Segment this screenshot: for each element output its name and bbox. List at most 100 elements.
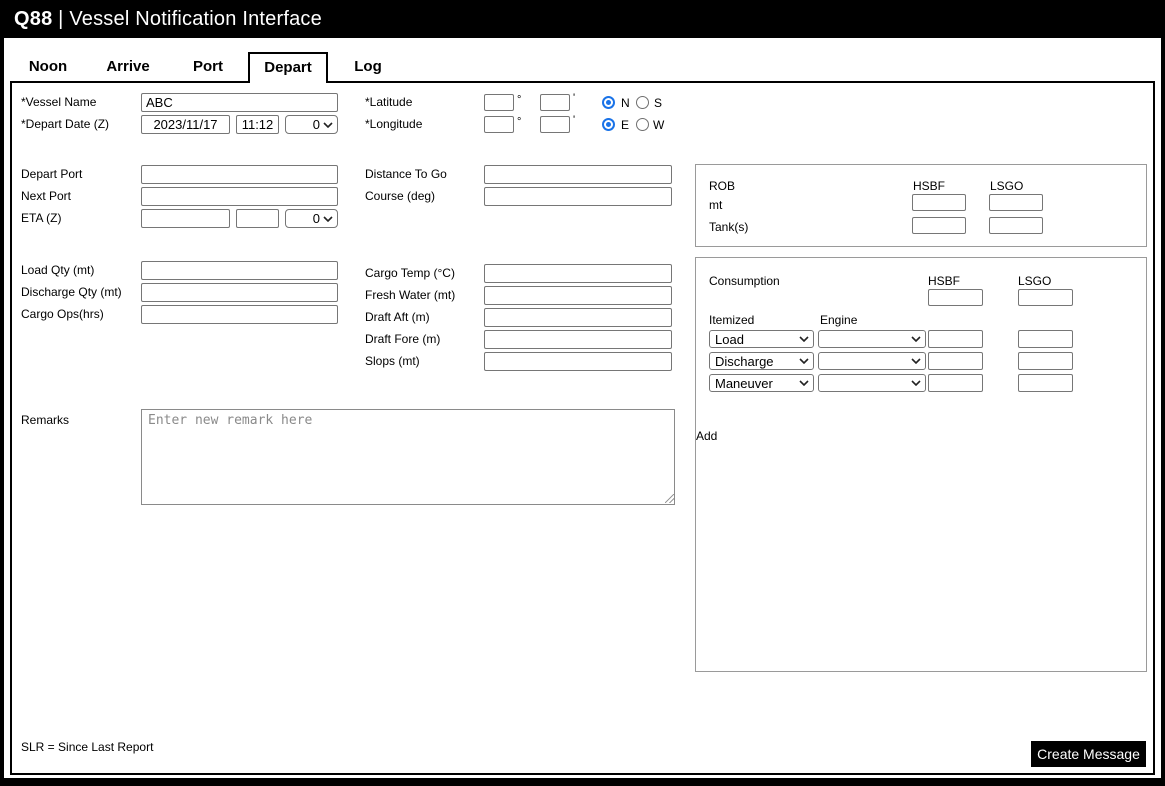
cargo-temp-input[interactable] bbox=[484, 264, 672, 283]
consumption-panel: Consumption HSBF LSGO Itemized Engine Lo… bbox=[695, 257, 1147, 672]
next-port-label: Next Port bbox=[21, 189, 72, 203]
discharge-qty-input[interactable] bbox=[141, 283, 338, 302]
rob-column-lsgo: LSGO bbox=[990, 179, 1024, 193]
depart-zone-value: 0 bbox=[312, 117, 320, 132]
chevron-down-icon bbox=[799, 336, 809, 342]
longitude-label: *Longitude bbox=[365, 117, 423, 131]
next-port-input[interactable] bbox=[141, 187, 338, 206]
itemized-value: Maneuver bbox=[715, 375, 773, 391]
latitude-south-radio[interactable] bbox=[636, 96, 649, 109]
eta-zone-value: 0 bbox=[312, 211, 320, 226]
page: Q88 | Vessel Notification Interface Noon… bbox=[4, 0, 1161, 778]
rob-hsbf-tanks-input[interactable] bbox=[912, 217, 966, 234]
latitude-north-radio[interactable] bbox=[602, 96, 615, 109]
eta-label: ETA (Z) bbox=[21, 211, 62, 225]
create-message-button[interactable]: Create Message bbox=[1031, 741, 1146, 767]
add-consumption-row-link[interactable]: Add bbox=[696, 429, 720, 443]
tab-noon[interactable]: Noon bbox=[8, 52, 88, 81]
cargo-temp-label: Cargo Temp (°C) bbox=[365, 266, 455, 280]
itemized-value: Load bbox=[715, 331, 744, 347]
engine-label: Engine bbox=[820, 313, 858, 327]
course-label: Course (deg) bbox=[365, 189, 436, 203]
tab-arrive[interactable]: Arrive bbox=[88, 52, 168, 81]
remarks-textarea[interactable] bbox=[141, 409, 675, 505]
chevron-down-icon bbox=[911, 336, 921, 342]
itemized-label: Itemized bbox=[709, 313, 755, 327]
engine-select-row3[interactable] bbox=[818, 374, 926, 392]
cargo-ops-input[interactable] bbox=[141, 305, 338, 324]
depart-zone-select[interactable]: 0 bbox=[285, 115, 338, 134]
slops-label: Slops (mt) bbox=[365, 354, 420, 368]
eta-zone-select[interactable]: 0 bbox=[285, 209, 338, 228]
title-separator: | bbox=[58, 8, 64, 30]
chevron-down-icon bbox=[911, 380, 921, 386]
course-input[interactable] bbox=[484, 187, 672, 206]
resize-handle-icon[interactable] bbox=[665, 494, 674, 503]
slops-input[interactable] bbox=[484, 352, 672, 371]
tab-log[interactable]: Log bbox=[328, 52, 408, 81]
itemized-select-maneuver[interactable]: Maneuver bbox=[709, 374, 814, 392]
vessel-name-label: *Vessel Name bbox=[21, 95, 97, 109]
distance-to-go-input[interactable] bbox=[484, 165, 672, 184]
longitude-east-radio[interactable] bbox=[602, 118, 615, 131]
fresh-water-label: Fresh Water (mt) bbox=[365, 288, 456, 302]
consumption-row1-lsgo-input[interactable] bbox=[1018, 330, 1073, 348]
draft-fore-input[interactable] bbox=[484, 330, 672, 349]
longitude-minutes-input[interactable] bbox=[540, 116, 570, 133]
rob-column-hsbf: HSBF bbox=[913, 179, 946, 193]
depart-time-input[interactable] bbox=[236, 115, 279, 134]
discharge-qty-label: Discharge Qty (mt) bbox=[21, 285, 122, 299]
load-qty-input[interactable] bbox=[141, 261, 338, 280]
itemized-select-load[interactable]: Load bbox=[709, 330, 814, 348]
tab-port[interactable]: Port bbox=[168, 52, 248, 81]
degree-symbol: ° bbox=[517, 94, 522, 106]
consumption-row2-hsbf-input[interactable] bbox=[928, 352, 983, 370]
depart-tab-panel: *Vessel Name *Latitude ° ' N S *Depart D… bbox=[10, 81, 1155, 775]
consumption-column-lsgo: LSGO bbox=[1018, 274, 1052, 288]
consumption-row3-hsbf-input[interactable] bbox=[928, 374, 983, 392]
draft-aft-input[interactable] bbox=[484, 308, 672, 327]
engine-select-row1[interactable] bbox=[818, 330, 926, 348]
load-qty-label: Load Qty (mt) bbox=[21, 263, 95, 277]
engine-select-row2[interactable] bbox=[818, 352, 926, 370]
consumption-row1-hsbf-input[interactable] bbox=[928, 330, 983, 348]
rob-tanks-label: Tank(s) bbox=[709, 220, 749, 234]
depart-date-input[interactable] bbox=[141, 115, 230, 134]
remarks-label: Remarks bbox=[21, 413, 70, 427]
longitude-east-label: E bbox=[621, 118, 630, 132]
form-area: *Vessel Name *Latitude ° ' N S *Depart D… bbox=[12, 83, 1153, 773]
longitude-west-radio[interactable] bbox=[636, 118, 649, 131]
longitude-degrees-input[interactable] bbox=[484, 116, 514, 133]
latitude-minutes-input[interactable] bbox=[540, 94, 570, 111]
eta-date-input[interactable] bbox=[141, 209, 230, 228]
depart-port-input[interactable] bbox=[141, 165, 338, 184]
degree-symbol: ° bbox=[517, 116, 522, 128]
consumption-row2-lsgo-input[interactable] bbox=[1018, 352, 1073, 370]
consumption-row3-lsgo-input[interactable] bbox=[1018, 374, 1073, 392]
rob-mt-label: mt bbox=[709, 198, 723, 212]
rob-panel: ROB HSBF LSGO mt Tank(s) bbox=[695, 164, 1147, 247]
depart-port-label: Depart Port bbox=[21, 167, 83, 181]
depart-date-label: *Depart Date (Z) bbox=[21, 117, 110, 131]
vessel-name-input[interactable] bbox=[141, 93, 338, 112]
consumption-title: Consumption bbox=[709, 274, 780, 288]
consumption-total-hsbf-input[interactable] bbox=[928, 289, 983, 306]
latitude-north-label: N bbox=[621, 96, 630, 110]
fresh-water-input[interactable] bbox=[484, 286, 672, 305]
chevron-down-icon bbox=[323, 121, 333, 128]
rob-hsbf-mt-input[interactable] bbox=[912, 194, 966, 211]
chevron-down-icon bbox=[323, 215, 333, 222]
itemized-select-discharge[interactable]: Discharge bbox=[709, 352, 814, 370]
eta-time-input[interactable] bbox=[236, 209, 279, 228]
rob-lsgo-mt-input[interactable] bbox=[989, 194, 1043, 211]
screen: Q88 | Vessel Notification Interface Noon… bbox=[0, 0, 1165, 786]
chevron-down-icon bbox=[799, 380, 809, 386]
consumption-total-lsgo-input[interactable] bbox=[1018, 289, 1073, 306]
rob-lsgo-tanks-input[interactable] bbox=[989, 217, 1043, 234]
latitude-label: *Latitude bbox=[365, 95, 413, 109]
latitude-south-label: S bbox=[654, 96, 663, 110]
chevron-down-icon bbox=[799, 358, 809, 364]
latitude-degrees-input[interactable] bbox=[484, 94, 514, 111]
tab-depart[interactable]: Depart bbox=[248, 52, 328, 83]
rob-title: ROB bbox=[709, 179, 736, 193]
